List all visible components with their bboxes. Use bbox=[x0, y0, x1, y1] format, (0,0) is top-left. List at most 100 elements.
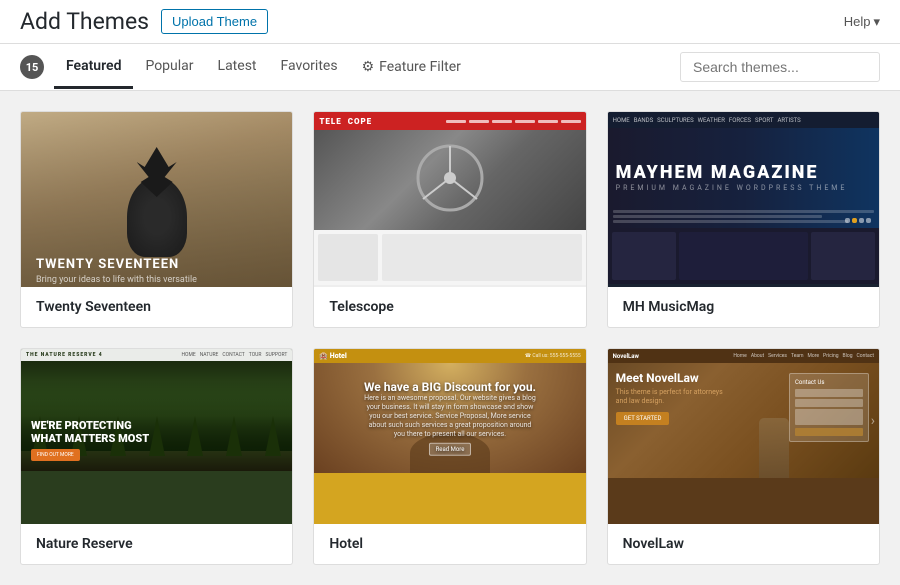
theme-name-musicmag: MH MusicMag bbox=[608, 287, 879, 327]
chevron-down-icon: ▾ bbox=[873, 14, 880, 30]
page-header: Add Themes Upload Theme Help ▾ bbox=[0, 0, 900, 44]
theme-site-title: TWENTY SEVENTEEN bbox=[36, 257, 179, 272]
theme-card-twenty-seventeen[interactable]: TWENTY SEVENTEEN Bring your ideas to lif… bbox=[20, 111, 293, 328]
nav-bar-3 bbox=[492, 120, 512, 123]
mm-header: HOME BANDS SCULPTURES WEATHER FORCES SPO… bbox=[608, 112, 879, 128]
theme-card-novellaw[interactable]: NovelLaw Home About Services Team More P… bbox=[607, 348, 880, 565]
hotel-cta-btn: Read More bbox=[429, 443, 472, 456]
nature-tree-5 bbox=[187, 416, 203, 456]
nature-big-text: WE'RE PROTECTINGWHAT MATTERS MOST bbox=[31, 419, 149, 445]
theme-site-subtitle: Bring your ideas to life with this versa… bbox=[36, 275, 197, 285]
mm-text-3 bbox=[613, 220, 848, 223]
nl-nav-team: Team bbox=[791, 353, 804, 359]
mm-nav-sculptures: SCULPTURES bbox=[657, 117, 694, 124]
hotel-hero: We have a BIG Discount for you. Here is … bbox=[314, 363, 585, 473]
hotel-sub-text: Here is an awesome proposal. Our website… bbox=[364, 394, 536, 439]
nl-cta-button: GET STARTED bbox=[616, 412, 670, 425]
nature-nav-nature: NATURE bbox=[200, 352, 219, 358]
nl-nav-contact: Contact bbox=[857, 353, 874, 359]
nature-hero: WE'RE PROTECTINGWHAT MATTERS MOST FIND O… bbox=[21, 361, 292, 471]
theme-name-twentyseventeen: Twenty Seventeen bbox=[21, 287, 292, 327]
nl-form-name bbox=[795, 389, 863, 397]
gear-icon: ⚙ bbox=[362, 59, 375, 75]
theme-card-hotel[interactable]: 🏨 Hotel ☎ Call us: 555-555-5555 We have … bbox=[313, 348, 586, 565]
nav-bar-5 bbox=[538, 120, 558, 123]
nl-nav-pricing: Pricing bbox=[823, 353, 838, 359]
nl-nav-items: Home About Services Team More Pricing Bl… bbox=[733, 353, 874, 359]
mm-content-row bbox=[608, 228, 879, 284]
mm-nav-sport: SPORT bbox=[755, 117, 774, 124]
nav-bar-1 bbox=[446, 120, 466, 123]
help-button[interactable]: Help ▾ bbox=[844, 14, 880, 30]
theme-preview-novellaw: NovelLaw Home About Services Team More P… bbox=[608, 349, 879, 524]
mm-nav-home: HOME bbox=[613, 117, 630, 124]
mm-text-2 bbox=[613, 215, 822, 218]
tele-main bbox=[382, 234, 581, 281]
mm-text-1 bbox=[613, 210, 874, 213]
plant-decoration bbox=[127, 177, 187, 257]
theme-card-nature[interactable]: THE NATURE RESERVE 4 HOME NATURE CONTACT… bbox=[20, 348, 293, 565]
hotel-topbar: 🏨 Hotel ☎ Call us: 555-555-5555 bbox=[314, 349, 585, 363]
tele-hero bbox=[314, 130, 585, 230]
nature-nav-contact: CONTACT bbox=[222, 352, 244, 358]
mm-dot-active bbox=[852, 218, 857, 223]
nl-nav-blog: Blog bbox=[843, 353, 853, 359]
theme-preview-twentyseventeen: TWENTY SEVENTEEN Bring your ideas to lif… bbox=[21, 112, 292, 287]
mm-nav-artists: ARTISTS bbox=[777, 117, 800, 124]
tele-logo: TELESCOPE bbox=[319, 117, 372, 126]
tab-latest[interactable]: Latest bbox=[206, 46, 269, 89]
theme-card-musicmag[interactable]: HOME BANDS SCULPTURES WEATHER FORCES SPO… bbox=[607, 111, 880, 328]
theme-name-telescope: Telescope bbox=[314, 287, 585, 327]
theme-preview-hotel: 🏨 Hotel ☎ Call us: 555-555-5555 We have … bbox=[314, 349, 585, 524]
upload-theme-button[interactable]: Upload Theme bbox=[161, 9, 268, 34]
mm-magazine-subtitle: PREMIUM MAGAZINE WORDPRESS THEME bbox=[616, 184, 848, 192]
mm-magazine-title: MAYHEM MAGAZINE bbox=[616, 164, 819, 182]
search-input[interactable] bbox=[680, 52, 880, 82]
nl-nav-more: More bbox=[808, 353, 820, 359]
feature-filter-button[interactable]: ⚙ Feature Filter bbox=[350, 47, 473, 87]
tab-popular[interactable]: Popular bbox=[133, 46, 205, 89]
nl-form-email bbox=[795, 399, 863, 407]
mm-dot-4 bbox=[866, 218, 871, 223]
nl-nav-about: About bbox=[751, 353, 764, 359]
search-area bbox=[680, 44, 880, 90]
hotel-text-overlay: We have a BIG Discount for you. Here is … bbox=[364, 380, 536, 456]
mm-dots bbox=[845, 218, 871, 223]
nature-tree-7 bbox=[265, 416, 281, 456]
nl-header: NovelLaw Home About Services Team More P… bbox=[608, 349, 879, 363]
tele-header: TELESCOPE bbox=[314, 112, 585, 130]
nature-tree-4 bbox=[149, 416, 165, 456]
nav-bar-4 bbox=[515, 120, 535, 123]
theme-count-badge: 15 bbox=[20, 55, 44, 79]
nl-hero: Meet NovelLaw This theme is perfect for … bbox=[608, 363, 879, 478]
theme-name-novellaw: NovelLaw bbox=[608, 524, 879, 564]
nature-nav-home: HOME bbox=[181, 352, 195, 358]
mercedes-logo bbox=[415, 143, 485, 213]
nature-logo: THE NATURE RESERVE 4 bbox=[26, 352, 103, 358]
mm-card-1 bbox=[612, 232, 676, 280]
theme-preview-musicmag: HOME BANDS SCULPTURES WEATHER FORCES SPO… bbox=[608, 112, 879, 287]
theme-card-telescope[interactable]: TELESCOPE bbox=[313, 111, 586, 328]
mm-card-3 bbox=[811, 232, 875, 280]
tab-favorites[interactable]: Favorites bbox=[269, 46, 350, 89]
nl-form-submit bbox=[795, 428, 863, 436]
nature-topbar: THE NATURE RESERVE 4 HOME NATURE CONTACT… bbox=[21, 349, 292, 361]
nl-nav-services: Services bbox=[768, 353, 787, 359]
nl-nav-home: Home bbox=[733, 353, 746, 359]
tele-nav bbox=[446, 120, 581, 123]
mm-nav-bands: BANDS bbox=[634, 117, 653, 124]
theme-preview-telescope: TELESCOPE bbox=[314, 112, 585, 287]
tab-featured[interactable]: Featured bbox=[54, 46, 133, 89]
theme-preview-nature: THE NATURE RESERVE 4 HOME NATURE CONTACT… bbox=[21, 349, 292, 524]
nl-chevron-icon: › bbox=[871, 413, 875, 429]
nature-cta-button: FIND OUT MORE bbox=[31, 449, 80, 461]
nature-nav-support: SUPPORT bbox=[265, 352, 287, 358]
mm-nav-forces: FORCES bbox=[729, 117, 751, 124]
tele-sidebar bbox=[318, 234, 378, 281]
mm-nav-weather: WEATHER bbox=[698, 117, 725, 124]
nl-form-title: Contact Us bbox=[795, 379, 863, 386]
mm-dot-3 bbox=[859, 218, 864, 223]
nl-contact-form: Contact Us bbox=[789, 373, 869, 442]
nl-logo: NovelLaw bbox=[613, 353, 639, 360]
nav-bar-2 bbox=[469, 120, 489, 123]
